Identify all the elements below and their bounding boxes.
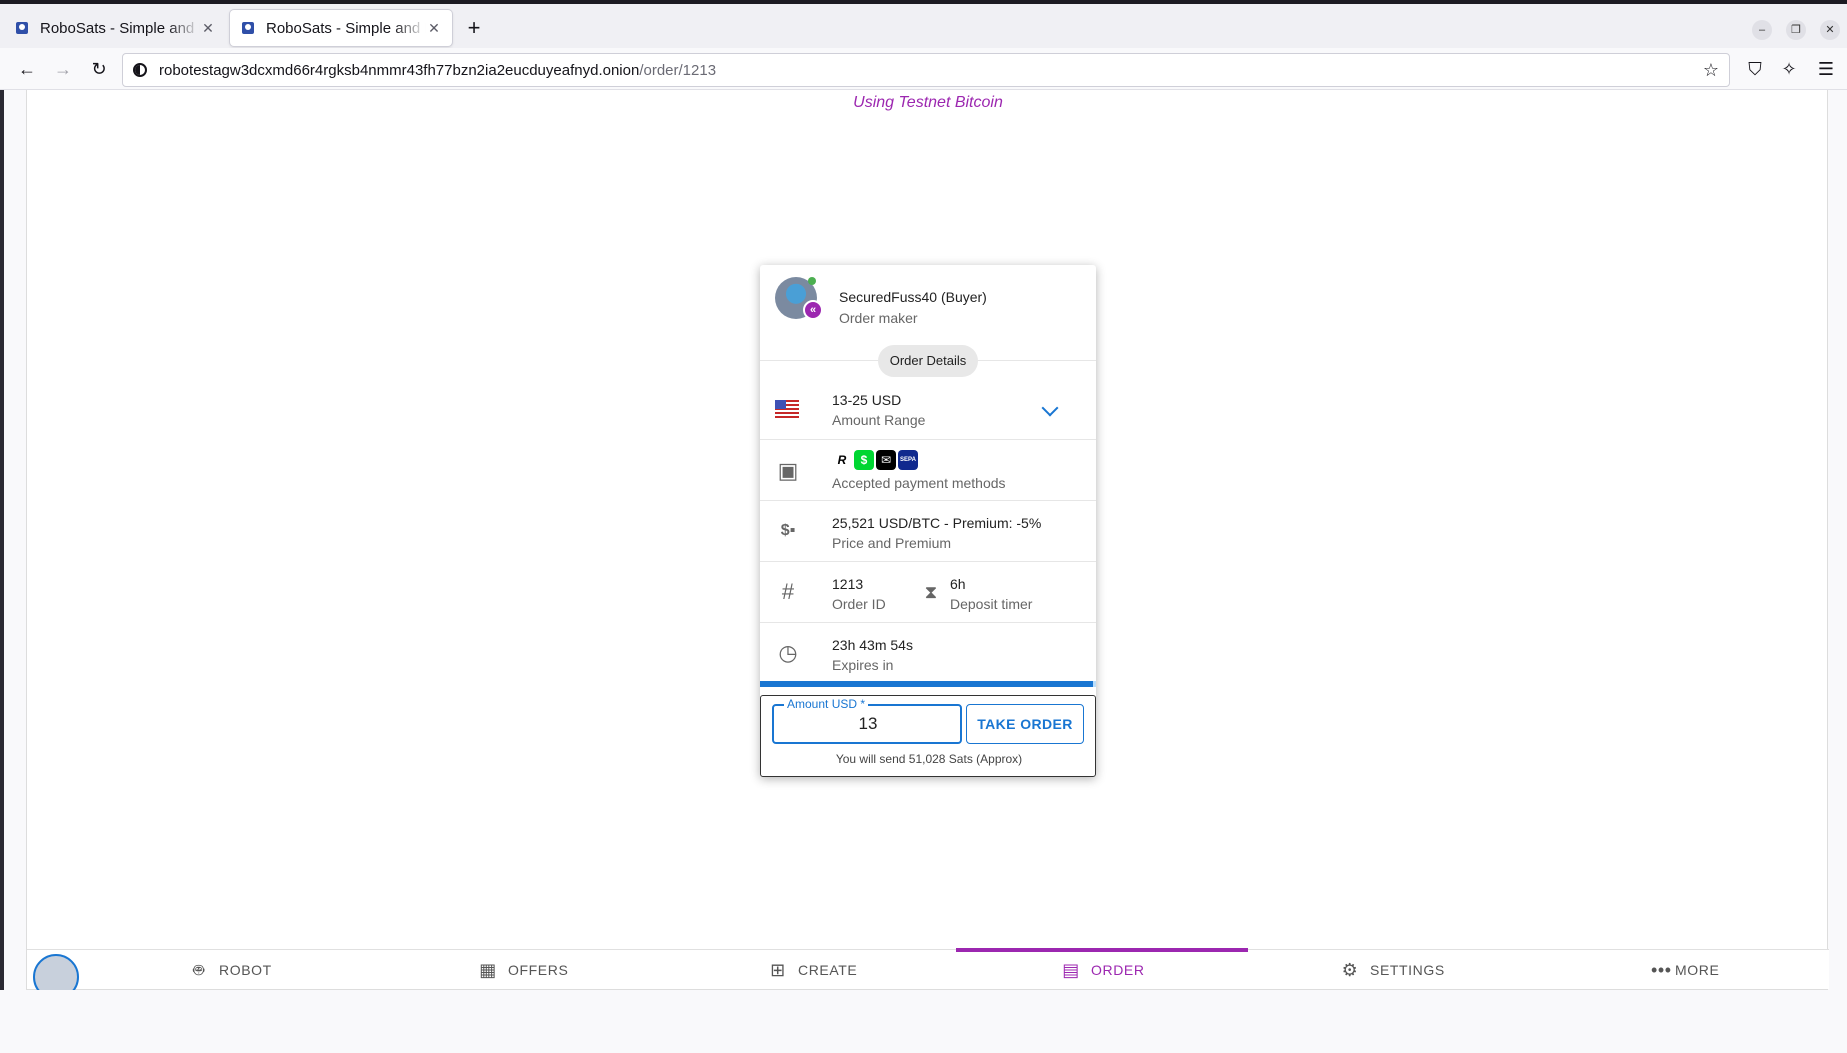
expiry-progress-bar	[760, 681, 1096, 687]
browser-tab-title: RoboSats - Simple and Private Bitcoin Ex…	[266, 19, 426, 37]
forward-arrow-icon[interactable]: →	[52, 58, 74, 80]
settings-icon: ⚙	[1341, 960, 1359, 980]
expires-value: 23h 43m 54s	[832, 637, 913, 653]
bookmark-star-icon[interactable]: ☆	[1703, 60, 1719, 81]
browser-tab-strip: RoboSats - Simple and Private Bitcoin Ex…	[0, 0, 1847, 48]
nav-settings-label: SETTINGS	[1370, 962, 1445, 978]
payment-methods-row: ▣ R $ ✉ SEPA Accepted payment methods	[760, 440, 1096, 501]
amount-row[interactable]: 13-25 USD Amount Range	[760, 380, 1096, 440]
buyer-badge-icon: «	[803, 300, 823, 320]
send-amount-note: You will send 51,028 Sats (Approx)	[835, 752, 1023, 766]
amount-input[interactable]	[776, 714, 960, 734]
nav-robot[interactable]: 🤖︎ ROBOT	[189, 950, 272, 990]
tab-close-icon[interactable]: ✕	[426, 20, 442, 37]
order-id-value: 1213	[832, 576, 864, 592]
browser-tab-2[interactable]: RoboSats - Simple and Private Bitcoin Ex…	[230, 10, 452, 46]
onion-site-icon	[133, 63, 147, 77]
expiry-progress-fill	[760, 681, 1093, 687]
us-flag-icon	[775, 400, 799, 418]
cashapp-icon: $	[854, 450, 874, 470]
nav-robot-label: ROBOT	[219, 962, 272, 978]
browser-nav-bar: ← → ↻ robotestagw3dcxmd66r4rgksb4nmmr43f…	[0, 48, 1847, 90]
nav-create-label: CREATE	[798, 962, 858, 978]
url-host: robotestagw3dcxmd66r4rgksb4nmmr43fh77bzn…	[159, 61, 640, 79]
price-change-icon: $▪	[780, 522, 796, 539]
tor-circuit-icon[interactable]: ✧	[1778, 58, 1800, 80]
browser-tab-title: RoboSats - Simple and Private Bitcoin Ex…	[40, 19, 200, 37]
robosats-favicon-icon	[242, 22, 254, 34]
reload-icon[interactable]: ↻	[88, 58, 110, 80]
window-footer	[0, 990, 1847, 1053]
take-order-box: Amount USD * TAKE ORDER You will send 51…	[760, 695, 1096, 777]
price-premium-label: Price and Premium	[832, 535, 952, 551]
shield-icon[interactable]: ⛉	[1744, 58, 1766, 80]
nav-order-label: ORDER	[1091, 962, 1145, 978]
amount-range-label: Amount Range	[832, 412, 926, 428]
back-arrow-icon[interactable]: ←	[16, 58, 38, 80]
deposit-timer-label: Deposit timer	[950, 596, 1033, 612]
more-horiz-icon: •••	[1651, 960, 1672, 980]
chevron-down-icon[interactable]	[1041, 399, 1059, 417]
minimize-window-icon[interactable]: –	[1752, 20, 1772, 40]
storefront-icon: ▦	[479, 960, 497, 980]
expires-row: ◷ 23h 43m 54s Expires in	[760, 623, 1096, 681]
testnet-banner: Using Testnet Bitcoin	[853, 94, 1003, 111]
url-bar[interactable]: robotestagw3dcxmd66r4rgksb4nmmr43fh77bzn…	[122, 53, 1730, 87]
take-order-button[interactable]: TAKE ORDER	[966, 704, 1084, 744]
order-details-chip: Order Details	[878, 345, 978, 377]
nav-offers[interactable]: ▦ OFFERS	[478, 950, 568, 990]
order-id-row: # 1213 Order ID ⧗ 6h Deposit timer	[760, 562, 1096, 623]
paypal-icon: ✉	[876, 450, 896, 470]
amount-range-value: 13-25 USD	[832, 392, 902, 408]
robosats-favicon-icon	[16, 22, 28, 34]
url-path: /order/1213	[639, 61, 717, 79]
online-status-dot	[808, 277, 816, 285]
sepa-icon: SEPA	[898, 450, 918, 470]
nav-create[interactable]: ⊞ CREATE	[768, 950, 857, 990]
hourglass-icon: ⧗	[924, 582, 938, 602]
clock-icon: ◷	[778, 640, 798, 665]
maker-name: SecuredFuss40 (Buyer)	[839, 289, 987, 305]
window-edge	[0, 90, 4, 1053]
restore-window-icon[interactable]: ❐	[1786, 20, 1806, 40]
deposit-timer-value: 6h	[950, 576, 966, 592]
amount-field[interactable]: Amount USD *	[772, 697, 962, 744]
order-card: « SecuredFuss40 (Buyer) Order maker Orde…	[760, 265, 1096, 777]
nav-settings[interactable]: ⚙ SETTINGS	[1340, 950, 1445, 990]
expires-label: Expires in	[832, 657, 894, 673]
price-premium-value: 25,521 USD/BTC - Premium: -5%	[832, 515, 1042, 531]
order-id-label: Order ID	[832, 596, 886, 612]
new-tab-plus-icon[interactable]: +	[462, 16, 486, 40]
price-row: $▪ 25,521 USD/BTC - Premium: -5% Price a…	[760, 501, 1096, 562]
close-window-icon[interactable]: ✕	[1820, 20, 1840, 40]
nav-order[interactable]: ▤ ORDER	[1061, 950, 1145, 990]
payments-icon: ▣	[777, 458, 799, 483]
nav-more[interactable]: ••• MORE	[1651, 950, 1719, 990]
payment-methods-label: Accepted payment methods	[832, 475, 1006, 491]
tab-close-icon[interactable]: ✕	[200, 20, 216, 37]
nav-more-label: MORE	[1675, 962, 1720, 978]
maker-role: Order maker	[839, 310, 918, 326]
nav-offers-label: OFFERS	[508, 962, 569, 978]
menu-hamburger-icon[interactable]: ☰	[1815, 58, 1837, 80]
revolut-icon: R	[832, 450, 852, 470]
robot-icon: 🤖︎	[193, 960, 205, 980]
amount-field-label: Amount USD *	[784, 697, 869, 711]
hashtag-icon: #	[781, 579, 795, 604]
assignment-icon: ▤	[1062, 960, 1080, 980]
bottom-nav-bar: 🤖︎ ROBOT ▦ OFFERS ⊞ CREATE ▤ ORDER ⚙ SET…	[27, 948, 1829, 1000]
add-box-icon: ⊞	[770, 960, 786, 980]
browser-tab-1[interactable]: RoboSats - Simple and Private Bitcoin Ex…	[4, 10, 226, 46]
page-viewport: Using Testnet Bitcoin « SecuredFuss40 (B…	[26, 90, 1829, 1000]
